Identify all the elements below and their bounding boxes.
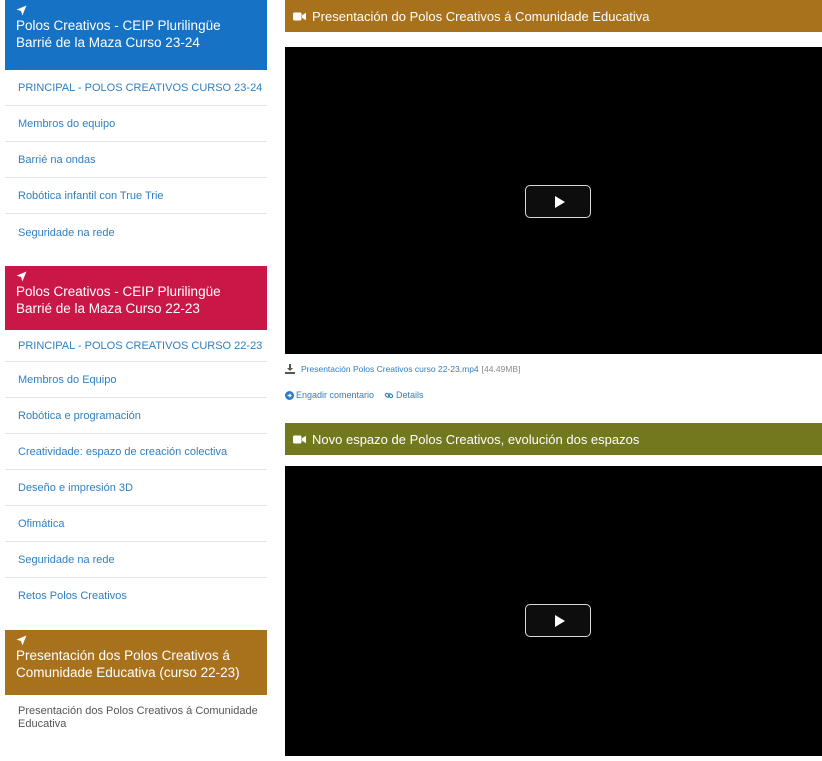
sidebar: Polos Creativos - CEIP Plurilingüe Barri… (5, 0, 267, 731)
sidebar-item-label[interactable]: Robótica e programación (18, 410, 141, 422)
download-icon (285, 364, 295, 374)
sidebar-menu-22-23: PRINCIPAL - POLOS CREATIVOS CURSO 22-23 … (5, 330, 267, 614)
play-icon (554, 195, 565, 208)
file-download-line: Presentación Polos Creativos curso 22-23… (285, 362, 822, 376)
video-title: Novo espazo de Polos Creativos, evolució… (312, 431, 640, 447)
link-icon (384, 391, 394, 400)
sidebar-item-robotica-infantil[interactable]: Robótica infantil con True Trie (5, 178, 267, 214)
sidebar-item-membros[interactable]: Membros do equipo (5, 106, 267, 142)
sidebar-block-title: Polos Creativos - CEIP Plurilingüe Barri… (16, 284, 221, 316)
sidebar-block-title: Presentación dos Polos Creativos á Comun… (16, 648, 240, 680)
video-title: Presentación do Polos Creativos á Comuni… (312, 8, 650, 24)
video-camera-icon (293, 12, 306, 21)
sidebar-menu-presentacion: Presentación dos Polos Creativos á Comun… (5, 695, 267, 731)
sidebar-item-seguridade-rede[interactable]: Seguridade na rede (5, 542, 267, 578)
sidebar-item-label[interactable]: Robótica infantil con True Trie (18, 190, 164, 202)
sidebar-item-ofimatica[interactable]: Ofimática (5, 506, 267, 542)
main-content: Presentación do Polos Creativos á Comuni… (285, 0, 822, 756)
sidebar-item-principal-23-24[interactable]: PRINCIPAL - POLOS CREATIVOS CURSO 23-24 (5, 70, 267, 106)
details-button[interactable]: Details (384, 390, 424, 400)
sidebar-item-principal-22-23[interactable]: PRINCIPAL - POLOS CREATIVOS CURSO 22-23 (5, 330, 267, 362)
play-icon (554, 614, 565, 627)
add-comment-label: Engadir comentario (296, 390, 375, 400)
file-size: [44.49MB] (481, 364, 521, 374)
sidebar-item-label[interactable]: Deseño e impresión 3D (18, 482, 133, 494)
sidebar-item-label[interactable]: PRINCIPAL - POLOS CREATIVOS CURSO 22-23 (18, 340, 262, 352)
video-actions: Engadir comentario Details (285, 388, 822, 402)
sidebar-item-retos[interactable]: Retos Polos Creativos (5, 578, 267, 614)
play-button[interactable] (525, 604, 591, 637)
add-comment-button[interactable]: Engadir comentario (285, 390, 374, 400)
location-arrow-icon (16, 271, 27, 282)
sidebar-block-header-22-23[interactable]: Polos Creativos - CEIP Plurilingüe Barri… (5, 266, 267, 330)
video-header: Presentación do Polos Creativos á Comuni… (285, 0, 822, 32)
video-player[interactable] (285, 47, 822, 354)
sidebar-item-presentacion-comunidade[interactable]: Presentación dos Polos Creativos á Comun… (5, 695, 267, 731)
sidebar-block-header-23-24[interactable]: Polos Creativos - CEIP Plurilingüe Barri… (5, 0, 267, 70)
sidebar-item-deseno-3d[interactable]: Deseño e impresión 3D (5, 470, 267, 506)
video-player[interactable] (285, 466, 822, 756)
sidebar-item-membros-equipo[interactable]: Membros do Equipo (5, 362, 267, 398)
sidebar-item-label[interactable]: Seguridade na rede (18, 227, 115, 239)
location-arrow-icon (16, 5, 27, 16)
sidebar-item-label[interactable]: Membros do equipo (18, 118, 115, 130)
sidebar-block-title: Polos Creativos - CEIP Plurilingüe Barri… (16, 18, 221, 50)
sidebar-item-label[interactable]: Barrié na ondas (18, 154, 96, 166)
sidebar-menu-23-24: PRINCIPAL - POLOS CREATIVOS CURSO 23-24 … (5, 70, 267, 252)
sidebar-item-barrie-ondas[interactable]: Barrié na ondas (5, 142, 267, 178)
sidebar-item-label[interactable]: Retos Polos Creativos (18, 590, 127, 602)
sidebar-item-creatividade[interactable]: Creatividade: espazo de creación colecti… (5, 434, 267, 470)
play-button[interactable] (525, 185, 591, 218)
sidebar-item-label[interactable]: Membros do Equipo (18, 374, 116, 386)
details-label: Details (396, 390, 424, 400)
video-header: Novo espazo de Polos Creativos, evolució… (285, 423, 822, 455)
location-arrow-icon (16, 635, 27, 646)
sidebar-item-seguridade[interactable]: Seguridade na rede (5, 214, 267, 252)
file-download-link[interactable]: Presentación Polos Creativos curso 22-23… (301, 364, 479, 374)
sidebar-item-label[interactable]: Ofimática (18, 518, 64, 530)
video-camera-icon (293, 435, 306, 444)
sidebar-item-label[interactable]: Seguridade na rede (18, 554, 115, 566)
sidebar-item-label[interactable]: PRINCIPAL - POLOS CREATIVOS CURSO 23-24 (18, 82, 262, 94)
sidebar-block-header-presentacion[interactable]: Presentación dos Polos Creativos á Comun… (5, 630, 267, 695)
sidebar-item-label[interactable]: Creatividade: espazo de creación colecti… (18, 446, 227, 458)
arrow-circle-right-icon (285, 390, 294, 400)
sidebar-item-robotica[interactable]: Robótica e programación (5, 398, 267, 434)
sidebar-item-label[interactable]: Presentación dos Polos Creativos á Comun… (18, 705, 267, 731)
